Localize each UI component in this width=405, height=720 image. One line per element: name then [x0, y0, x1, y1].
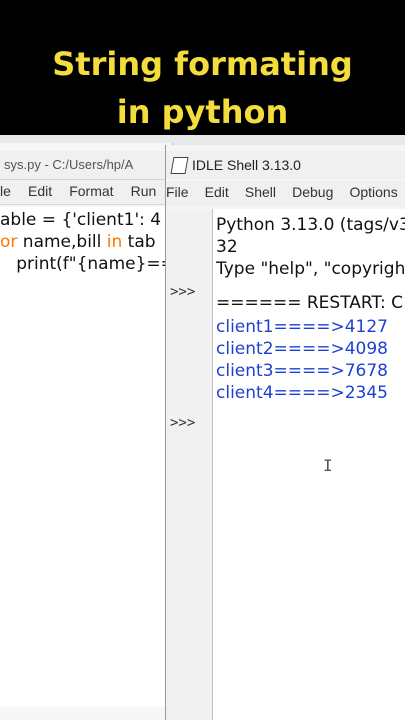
restart-line: ====== RESTART: C — [216, 293, 403, 313]
text-cursor-icon: I — [323, 456, 333, 475]
output-line-3: client3====>7678 — [216, 361, 388, 381]
output-line-4: client4====>2345 — [216, 383, 388, 403]
idle-icon — [170, 157, 189, 174]
shell-output-area[interactable]: Python 3.13.0 (tags/v3 32 Type "help", "… — [213, 209, 405, 720]
shell-menu-file[interactable]: File — [166, 184, 189, 200]
python-version-line: Python 3.13.0 (tags/v3 — [216, 215, 405, 235]
shell-menu-edit[interactable]: Edit — [205, 184, 229, 200]
banner-title-line-2: in python — [116, 93, 289, 131]
editor-title: sys.py - C:/Users/hp/A — [4, 157, 134, 172]
output-line-2: client2====>4098 — [216, 339, 388, 359]
shell-menu-bar: File Edit Shell Debug Options — [166, 181, 405, 207]
monitor-screen: sys.py - C:/Users/hp/A le Edit Format Ru… — [0, 135, 405, 720]
editor-menu-edit[interactable]: Edit — [28, 183, 52, 199]
shell-menu-debug[interactable]: Debug — [292, 184, 333, 200]
shell-prompt-gutter: >>> >>> — [166, 209, 213, 720]
shell-prompt-2: >>> — [170, 415, 196, 431]
output-line-1: client1====>4127 — [216, 317, 388, 337]
editor-menu-run[interactable]: Run — [131, 183, 157, 199]
video-title-banner: String formating in python — [0, 0, 405, 135]
banner-title-line-1: String formating — [52, 45, 353, 83]
code-line-3: print(f"{name}=== — [0, 254, 172, 274]
shell-menu-shell[interactable]: Shell — [245, 184, 276, 200]
code-line-2-text-b: tab — [122, 232, 156, 252]
keyword-in: in — [106, 232, 123, 252]
editor-menu-bar: le Edit Format Run — [0, 180, 172, 205]
code-line-2: or name,bill in tab — [0, 232, 156, 252]
code-line-3-text: print(f"{name}=== — [0, 254, 172, 274]
idle-shell-window: IDLE Shell 3.13.0 File Edit Shell Debug … — [165, 145, 405, 720]
keyword-for: or — [0, 232, 18, 252]
code-line-2-text-a: name,bill — [17, 232, 107, 252]
shell-title-bar[interactable]: IDLE Shell 3.13.0 — [166, 151, 405, 179]
editor-menu-format[interactable]: Format — [69, 183, 113, 199]
code-editor-area[interactable]: able = {'client1': 4 or name,bill in tab… — [0, 207, 172, 707]
arch-line: 32 — [216, 237, 238, 257]
shell-prompt-1: >>> — [170, 284, 196, 300]
editor-window: sys.py - C:/Users/hp/A le Edit Format Ru… — [0, 143, 173, 720]
code-line-1-text: able = {'client1': 4 — [0, 210, 162, 230]
shell-title: IDLE Shell 3.13.0 — [192, 157, 301, 173]
code-line-1: able = {'client1': 4 — [0, 210, 161, 230]
editor-menu-file[interactable]: le — [0, 183, 11, 199]
editor-title-bar[interactable]: sys.py - C:/Users/hp/A — [0, 151, 172, 180]
shell-menu-options[interactable]: Options — [349, 184, 397, 200]
help-hint-line: Type "help", "copyright — [216, 259, 405, 279]
